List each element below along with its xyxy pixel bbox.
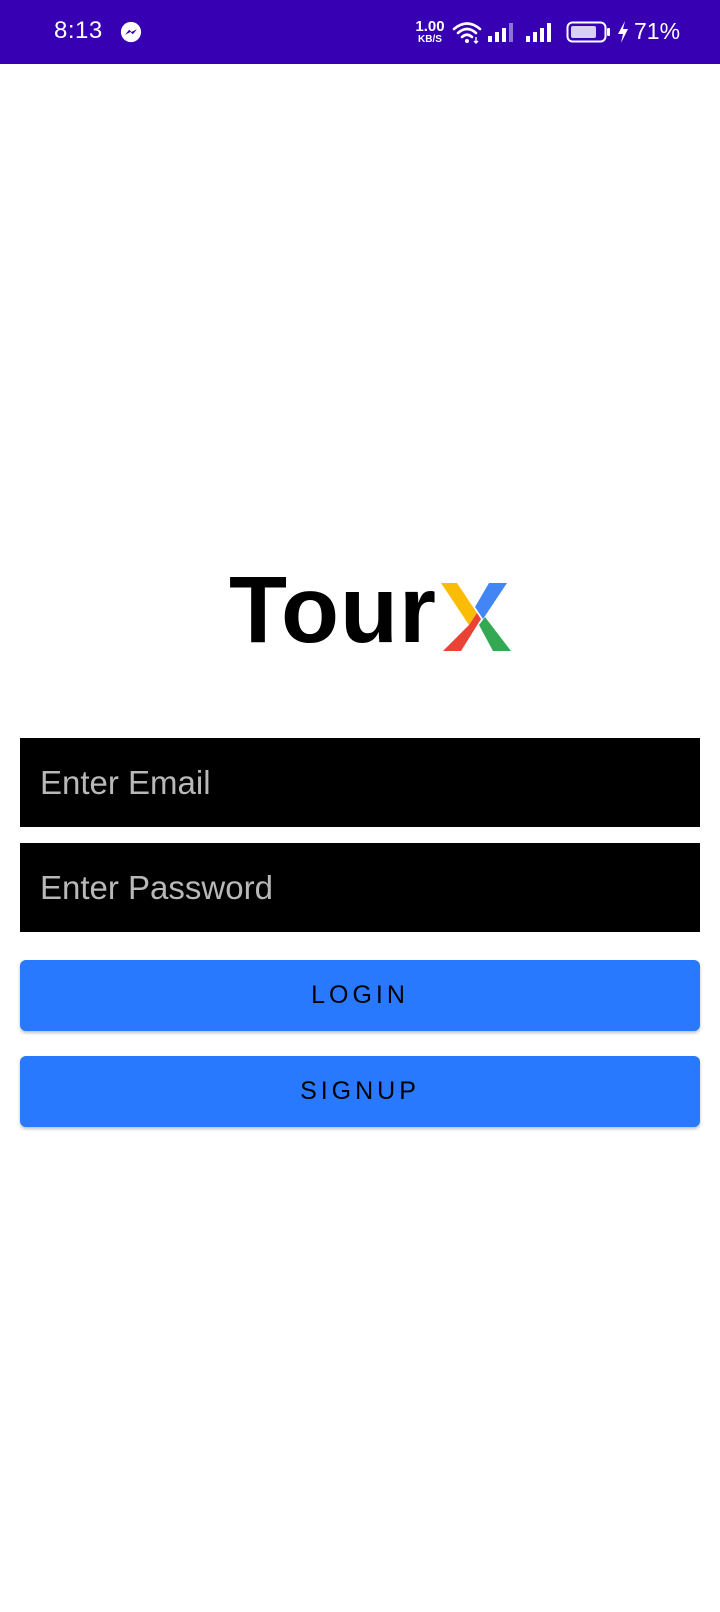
battery-icon	[566, 21, 612, 43]
wifi-icon	[452, 20, 482, 44]
charging-icon	[616, 20, 630, 44]
net-speed-value: 1.00	[415, 18, 445, 35]
status-time: 8:13	[54, 17, 103, 44]
signal-icon	[524, 20, 554, 44]
logo-text: Tour	[229, 557, 438, 663]
email-field[interactable]	[20, 738, 700, 827]
password-field[interactable]	[20, 843, 700, 932]
app-logo: Tour	[229, 557, 512, 663]
signup-button[interactable]: SIGNUP	[20, 1056, 700, 1127]
battery-percent: 71%	[634, 18, 681, 44]
messenger-icon	[120, 21, 142, 43]
status-icons: 1.00 KB/S 71%	[400, 0, 720, 64]
status-bar: 8:13 1.00 KB/S 71%	[0, 0, 720, 64]
logo-x-icon	[439, 583, 512, 655]
net-speed-unit: KB/S	[418, 34, 442, 45]
signal-icon	[486, 20, 516, 44]
net-speed-indicator: 1.00 KB/S	[412, 19, 448, 45]
login-button[interactable]: LOGIN	[20, 960, 700, 1031]
